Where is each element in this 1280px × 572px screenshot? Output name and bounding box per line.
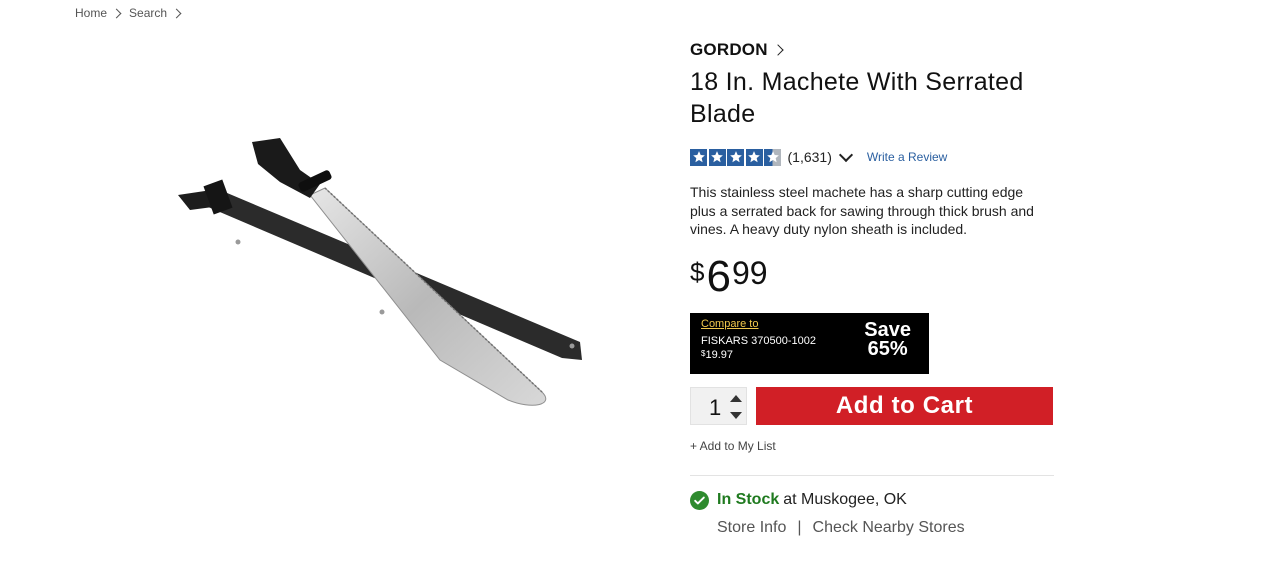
stock-status-row: In Stock at Muskogee, OK	[690, 490, 1055, 510]
star-rating[interactable]	[690, 148, 783, 166]
half-star-icon	[764, 148, 781, 166]
add-to-cart-button[interactable]: Add to Cart	[756, 386, 1053, 425]
price: $ 6 99	[690, 251, 1055, 301]
compare-price: $19.97	[701, 349, 733, 361]
price-currency: $	[690, 256, 705, 287]
add-to-list-link[interactable]: + Add to My List	[690, 439, 1055, 453]
blade-graphic	[309, 187, 547, 406]
divider	[690, 474, 1054, 476]
store-info-link[interactable]: Store Info	[717, 519, 786, 537]
product-details: GORDON 18 In. Machete With Serrated Blad…	[690, 38, 1055, 537]
chevron-down-icon[interactable]	[838, 147, 853, 162]
handle-graphic	[252, 138, 332, 198]
check-nearby-stores-link[interactable]: Check Nearby Stores	[813, 519, 965, 537]
breadcrumb-search-link[interactable]: Search	[129, 6, 167, 20]
quantity-input[interactable]: 1	[709, 395, 721, 421]
link-separator: |	[797, 518, 802, 536]
compare-price-value: 19.97	[705, 348, 733, 361]
product-image[interactable]	[170, 120, 600, 420]
increment-arrow-icon[interactable]	[730, 394, 742, 402]
price-dollars: 6	[706, 251, 731, 301]
price-cents: 99	[731, 254, 768, 291]
stock-location: at Muskogee, OK	[783, 491, 907, 508]
star-icon	[708, 148, 726, 166]
product-description: This stainless steel machete has a sharp…	[690, 184, 1034, 237]
stock-status: In Stock	[717, 491, 780, 508]
product-title: 18 In. Machete With Serrated Blade	[690, 68, 1024, 128]
save-label: Save	[864, 318, 911, 341]
review-count[interactable]: (1,631)	[788, 149, 832, 165]
breadcrumb-home-link[interactable]: Home	[75, 6, 107, 20]
chevron-right-icon	[772, 44, 784, 56]
chevron-right-icon	[111, 8, 122, 18]
brand-link[interactable]: GORDON	[690, 38, 1055, 62]
chevron-right-icon	[171, 8, 182, 18]
rating-row: (1,631) Write a Review	[690, 147, 1055, 167]
quantity-stepper[interactable]: 1	[690, 386, 747, 425]
brand-name: GORDON	[690, 40, 768, 59]
save-badge: Save 65%	[864, 318, 911, 360]
compare-to-link[interactable]: Compare to	[701, 318, 758, 330]
store-links: Store Info | Check Nearby Stores	[717, 519, 1055, 537]
write-review-link[interactable]: Write a Review	[867, 150, 947, 164]
check-circle-icon	[690, 490, 709, 510]
star-icon	[690, 148, 707, 166]
breadcrumb: Home Search	[75, 6, 189, 20]
save-percent: 65%	[867, 337, 908, 360]
compare-box: Compare to FISKARS 370500-1002 $19.97 Sa…	[690, 312, 929, 374]
star-icon	[745, 148, 763, 166]
compare-item: FISKARS 370500-1002	[701, 334, 816, 347]
star-icon	[727, 148, 744, 166]
decrement-arrow-icon[interactable]	[730, 411, 742, 419]
cart-row: 1 Add to Cart	[690, 386, 1055, 425]
